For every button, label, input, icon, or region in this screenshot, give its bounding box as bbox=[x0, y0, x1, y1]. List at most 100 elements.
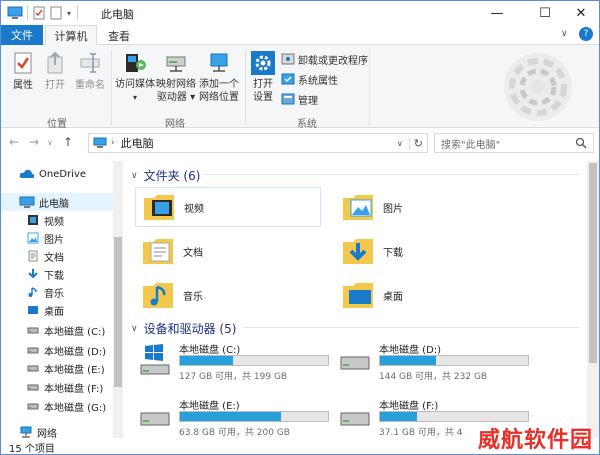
recent-dropdown-icon[interactable]: ∨ bbox=[47, 138, 53, 147]
tab-computer[interactable]: 计算机 bbox=[45, 25, 97, 46]
folder-tile-desktop[interactable]: 桌面 bbox=[335, 275, 521, 315]
address-bar[interactable]: › 此电脑 ∨ ↻ bbox=[88, 133, 428, 153]
forward-arrow-icon[interactable]: → bbox=[29, 135, 39, 149]
sidebar-item-drive-d[interactable]: 本地磁盘 (D:) bbox=[27, 341, 106, 359]
qa-dropdown-icon[interactable]: ▾ bbox=[67, 9, 71, 18]
address-dropdown-icon[interactable]: ∨ bbox=[397, 139, 403, 148]
sidebar-item-label: 音乐 bbox=[44, 288, 64, 300]
folder-tile-downloads[interactable]: 下载 bbox=[335, 231, 521, 271]
sidebar-item-drive-f[interactable]: 本地磁盘 (F:) bbox=[27, 378, 103, 396]
sidebar-item-label: 图片 bbox=[44, 234, 64, 246]
system-properties-button[interactable]: 系统属性 bbox=[281, 71, 338, 87]
sidebar-item-drive-c[interactable]: 本地磁盘 (C:) bbox=[27, 321, 105, 339]
refresh-icon[interactable]: ↻ bbox=[408, 136, 423, 150]
folder-tile-pictures[interactable]: 图片 bbox=[335, 187, 521, 227]
sidebar-item-music[interactable]: 音乐 bbox=[27, 283, 64, 301]
tab-file[interactable]: 文件 bbox=[1, 25, 43, 45]
folder-label: 音乐 bbox=[183, 291, 203, 303]
sidebar-item-downloads[interactable]: 下载 bbox=[27, 265, 64, 283]
documents-folder-icon bbox=[28, 250, 38, 262]
map-network-drive-label-2: 驱动器 ▾ bbox=[156, 92, 196, 103]
drive-icon bbox=[27, 384, 39, 391]
manage-button[interactable]: 管理 bbox=[281, 91, 318, 107]
close-button[interactable]: ✕ bbox=[561, 1, 599, 25]
drive-label: 本地磁盘 (D:) bbox=[379, 345, 442, 356]
section-divider bbox=[203, 174, 579, 175]
network-drive-icon bbox=[166, 56, 186, 72]
search-placeholder: 搜索"此电脑" bbox=[441, 139, 501, 151]
rename-button[interactable]: 重命名 bbox=[73, 51, 107, 92]
back-arrow-icon[interactable]: ← bbox=[9, 135, 19, 149]
ribbon-expand-icon[interactable]: ∨ bbox=[561, 29, 568, 39]
pictures-folder-icon bbox=[27, 232, 39, 244]
drive-tile-c[interactable]: 本地磁盘 (C:) 127 GB 可用，共 199 GB bbox=[139, 341, 339, 382]
sidebar-item-onedrive[interactable]: OneDrive bbox=[19, 165, 113, 183]
maximize-button[interactable]: ☐ bbox=[525, 1, 565, 25]
open-settings-button[interactable]: 打开 设置 bbox=[249, 51, 277, 104]
sidebar-item-label: 本地磁盘 (G:) bbox=[44, 402, 107, 414]
add-network-location-button[interactable]: 添加一个 网络位置 bbox=[197, 51, 241, 104]
search-input[interactable]: 搜索"此电脑" bbox=[434, 133, 594, 153]
sidebar-item-pictures[interactable]: 图片 bbox=[27, 229, 64, 247]
sidebar-item-videos[interactable]: 视频 bbox=[27, 211, 64, 229]
quick-access-toolbar: ▾ bbox=[7, 5, 84, 21]
sidebar-item-label: OneDrive bbox=[39, 168, 87, 180]
drive-icon bbox=[27, 365, 39, 372]
videos-folder-icon bbox=[28, 215, 38, 225]
content-scroll-thumb[interactable] bbox=[589, 163, 597, 363]
folder-tile-documents[interactable]: 文档 bbox=[135, 231, 321, 271]
pictures-folder-icon bbox=[343, 195, 373, 220]
search-icon bbox=[575, 137, 587, 149]
sidebar-item-desktop[interactable]: 桌面 bbox=[27, 301, 64, 319]
access-media-dropdown: ▾ bbox=[132, 93, 137, 102]
ribbon-swirl-decoration bbox=[504, 53, 572, 121]
map-network-drive-button[interactable]: 映射网络 驱动器 ▾ bbox=[155, 51, 197, 104]
title-bar: ▾ 此电脑 — ☐ ✕ bbox=[1, 1, 599, 25]
content-pane: ∨ 文件夹 (6) 视频 图片 文档 下载 音乐 桌面 ∨ 设备和驱动器 (5)… bbox=[125, 161, 587, 438]
folders-section-header[interactable]: ∨ 文件夹 (6) bbox=[131, 167, 200, 184]
drives-header-label: 设备和驱动器 (5) bbox=[143, 322, 237, 336]
up-arrow-icon[interactable]: ↑ bbox=[63, 135, 73, 149]
properties-button[interactable]: 属性 bbox=[9, 51, 37, 92]
sidebar-item-label: 本地磁盘 (D:) bbox=[44, 346, 107, 358]
access-media-button[interactable]: 访问媒体 ▾ bbox=[115, 51, 155, 104]
sidebar-item-label: 此电脑 bbox=[39, 198, 69, 210]
desktop-icon bbox=[28, 306, 38, 314]
new-folder-quick-icon[interactable] bbox=[49, 6, 63, 20]
drives-section-header[interactable]: ∨ 设备和驱动器 (5) bbox=[131, 320, 236, 337]
collapse-chevron-icon[interactable]: ∨ bbox=[131, 324, 138, 334]
network-group-label: 网络 bbox=[165, 119, 185, 130]
content-scrollbar[interactable] bbox=[587, 161, 599, 438]
properties-quick-icon[interactable] bbox=[32, 6, 46, 20]
system-properties-label: 系统属性 bbox=[298, 75, 338, 87]
uninstall-label: 卸载或更改程序 bbox=[298, 55, 368, 67]
sidebar-item-this-pc[interactable]: 此电脑 bbox=[1, 193, 113, 211]
folder-tile-music[interactable]: 音乐 bbox=[135, 275, 321, 315]
folder-label: 图片 bbox=[383, 203, 403, 215]
status-bar: 15 个项目 威航软件园 bbox=[1, 428, 599, 454]
network-location-icon bbox=[210, 53, 228, 72]
collapse-chevron-icon[interactable]: ∨ bbox=[131, 171, 138, 181]
drive-usage-fill bbox=[180, 412, 281, 421]
tab-view[interactable]: 查看 bbox=[101, 25, 137, 46]
drive-free-space: 63.8 GB 可用，共 200 GB bbox=[179, 428, 290, 438]
drive-label: 本地磁盘 (C:) bbox=[179, 345, 241, 356]
uninstall-program-button[interactable]: 卸载或更改程序 bbox=[281, 51, 368, 67]
drive-tile-d[interactable]: 本地磁盘 (D:) 144 GB 可用，共 232 GB bbox=[339, 341, 539, 382]
sidebar-scroll-thumb[interactable] bbox=[114, 237, 122, 387]
sidebar-item-drive-g[interactable]: 本地磁盘 (G:) bbox=[27, 397, 106, 415]
sidebar-scrollbar[interactable] bbox=[113, 161, 123, 438]
drive-tile-e[interactable]: 本地磁盘 (E:) 63.8 GB 可用，共 200 GB bbox=[139, 397, 339, 438]
help-icon[interactable]: ? bbox=[579, 27, 593, 41]
minimize-button[interactable]: — bbox=[477, 1, 517, 25]
sidebar-item-label: 本地磁盘 (C:) bbox=[44, 326, 106, 338]
sidebar-item-documents[interactable]: 文档 bbox=[27, 247, 64, 265]
downloads-folder-icon bbox=[343, 239, 373, 264]
open-button[interactable]: 打开 bbox=[41, 51, 69, 92]
add-network-location-label-1: 添加一个 bbox=[199, 79, 239, 90]
address-text: 此电脑 bbox=[120, 137, 154, 150]
drive-free-space: 37.1 GB 可用，共 4 bbox=[379, 428, 463, 438]
drive-icon bbox=[27, 327, 39, 334]
sidebar-item-drive-e[interactable]: 本地磁盘 (E:) bbox=[27, 359, 105, 377]
folder-tile-videos[interactable]: 视频 bbox=[135, 187, 321, 227]
